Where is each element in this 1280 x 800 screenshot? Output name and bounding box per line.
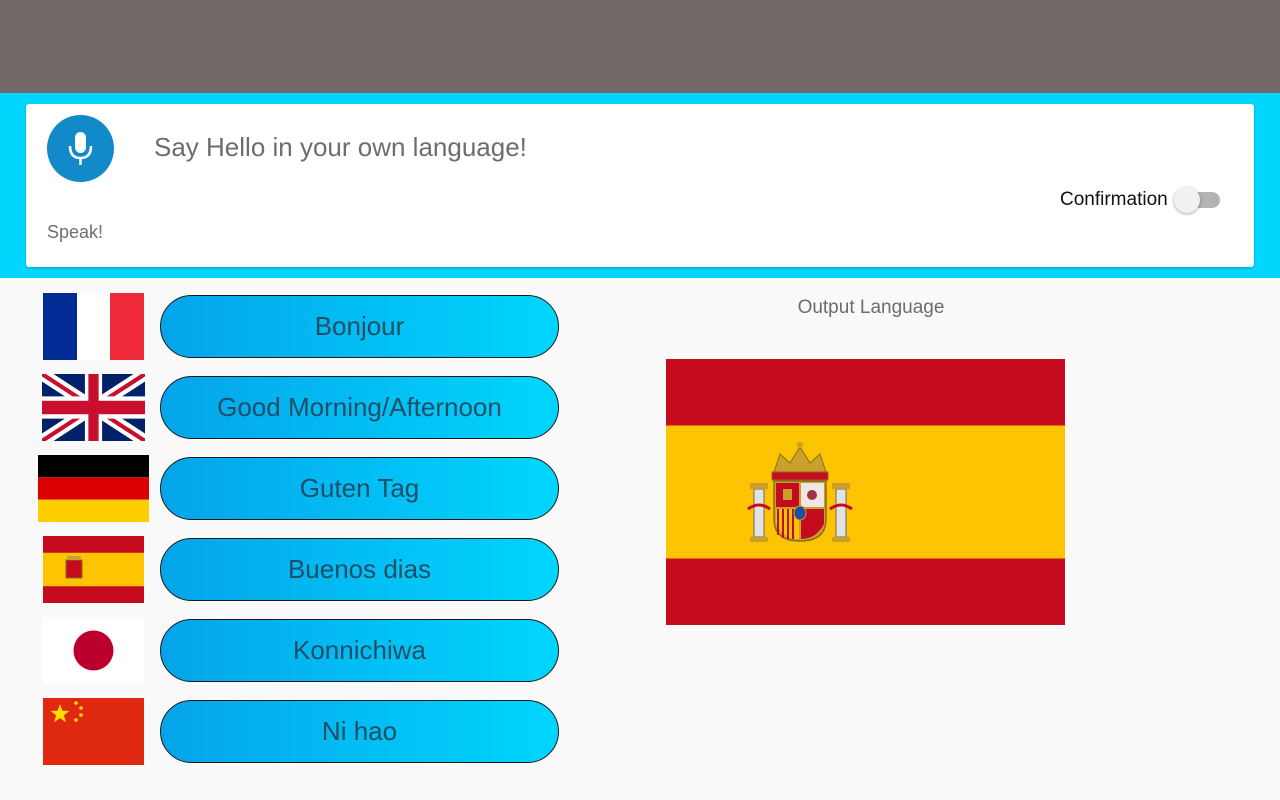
output-flag-spain bbox=[666, 359, 1065, 625]
lang-button-english[interactable]: Good Morning/Afternoon bbox=[160, 376, 559, 439]
lang-button-german[interactable]: Guten Tag bbox=[160, 457, 559, 520]
spain-flag[interactable] bbox=[43, 536, 144, 603]
speech-card bbox=[26, 104, 1254, 267]
speak-label: Speak! bbox=[47, 222, 104, 242]
germany-flag[interactable] bbox=[38, 455, 149, 522]
japan-flag[interactable] bbox=[43, 617, 144, 684]
lang-button-french[interactable]: Bonjour bbox=[160, 295, 559, 358]
confirmation-label: Confirmation bbox=[1060, 189, 1168, 210]
output-language-label: Output Language bbox=[797, 297, 945, 318]
lang-button-japanese[interactable]: Konnichiwa bbox=[160, 619, 559, 682]
toggle-thumb bbox=[1174, 187, 1200, 213]
lang-button-spanish[interactable]: Buenos dias bbox=[160, 538, 559, 601]
china-flag[interactable] bbox=[43, 698, 144, 765]
uk-flag[interactable] bbox=[42, 374, 145, 441]
status-bar bbox=[0, 0, 1280, 93]
mic-button[interactable] bbox=[47, 115, 114, 182]
lang-button-chinese[interactable]: Ni hao bbox=[160, 700, 559, 763]
confirmation-toggle[interactable] bbox=[1174, 187, 1222, 213]
microphone-icon bbox=[68, 132, 93, 165]
france-flag[interactable] bbox=[43, 293, 144, 360]
prompt-text: Say Hello in your own language! bbox=[154, 132, 527, 162]
